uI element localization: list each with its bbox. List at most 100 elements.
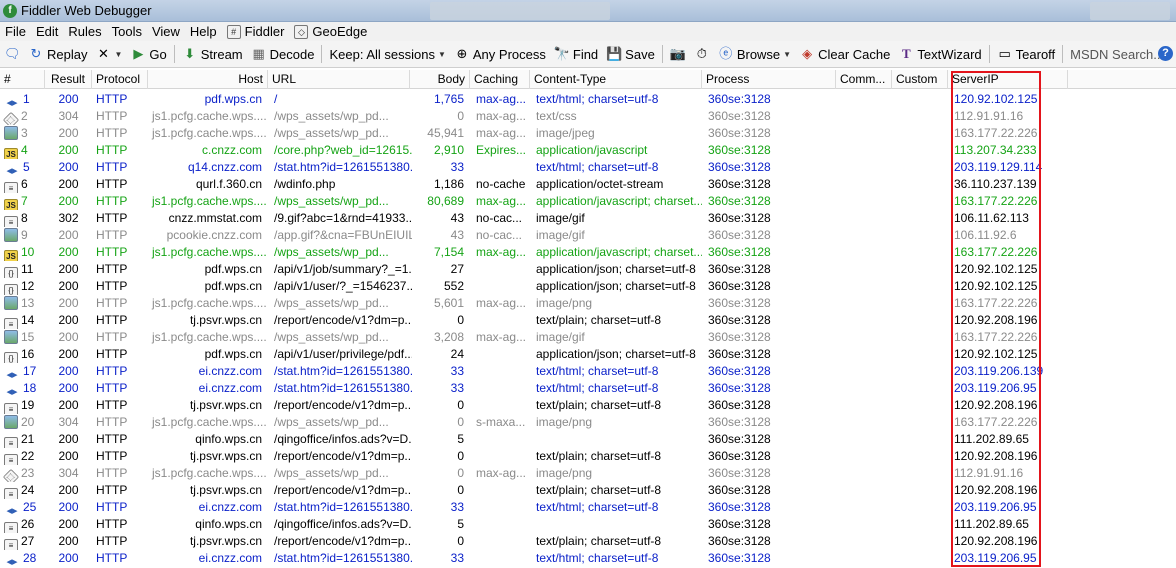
session-row[interactable]: ◂▸ 18 200 HTTP ei.cnzz.com/stat.htm?id=12615…: [0, 380, 1176, 397]
url-cell: /wps_assets/wp_pd...: [274, 194, 389, 208]
session-row[interactable]: JS 7 200 HTTP js1.pcfg.cache.wps.... /wps_ass…: [0, 193, 1176, 210]
session-row[interactable]: 15 200 HTTP js1.pcfg.cache.wps.... /wps_asse…: [0, 329, 1176, 346]
session-row[interactable]: ◂▸ 28 200 HTTP ei.cnzz.com/stat.htm?id=12615…: [0, 550, 1176, 567]
remove-button[interactable]: ✕ ▼: [91, 46, 126, 62]
content-type-cell: application/json; charset=utf-8: [536, 347, 696, 361]
content-type-cell: image/png: [536, 296, 593, 310]
session-row[interactable]: ◂▸ 5 200 HTTP q14.cnzz.com/stat.htm?id=12615…: [0, 159, 1176, 176]
session-row[interactable]: 3 200 HTTP js1.pcfg.cache.wps.... /wps_asset…: [0, 125, 1176, 142]
menu-tools[interactable]: Tools: [107, 24, 147, 39]
browse-button[interactable]: ⓔ Browse ▼: [714, 46, 795, 62]
column-header-process[interactable]: Process: [702, 70, 836, 89]
result-cell: 200: [58, 160, 79, 174]
session-row[interactable]: ≡ 19 200 HTTP tj.psvr.wps.cn/report/encode/v…: [0, 397, 1176, 414]
stream-button[interactable]: ⬇ Stream: [178, 46, 247, 62]
content-type-cell: application/octet-stream: [536, 177, 664, 191]
caching-cell: [472, 312, 530, 329]
body-cell: 33: [450, 364, 464, 378]
caching-cell: no-cac...: [476, 211, 523, 225]
host-cell: pcookie.cnzz.com: [166, 228, 262, 242]
session-row[interactable]: ⬚ 2 304 HTTP js1.pcfg.cache.wps.... /wps_asse…: [0, 108, 1176, 125]
help-icon[interactable]: ?: [1158, 46, 1173, 61]
menu-rules[interactable]: Rules: [63, 24, 106, 39]
arrows-session-icon: ◂▸: [6, 386, 18, 397]
host-cell: qurl.f.360.cn: [195, 177, 262, 191]
session-row[interactable]: {} 11 200 HTTP pdf.wps.cn/api/v1/job/summary…: [0, 261, 1176, 278]
any-process-button[interactable]: ⊕ Any Process: [450, 46, 550, 62]
protocol-cell: HTTP: [96, 194, 128, 208]
session-row[interactable]: ◂▸ 1 200 HTTP pdf.wps.cn / 1,765 max-ag... text/…: [0, 91, 1176, 108]
session-row[interactable]: 13 200 HTTP js1.pcfg.cache.wps.... /wps_asse…: [0, 295, 1176, 312]
column-header-protocol[interactable]: Protocol: [92, 70, 148, 89]
body-cell: 3,208: [433, 330, 464, 344]
body-cell: 0: [457, 398, 464, 412]
column-header-custom[interactable]: Custom: [892, 70, 948, 89]
number-cell: ≡ 22: [0, 448, 45, 465]
result-cell: 200: [58, 449, 79, 463]
menu-geoedge[interactable]: ◇ GeoEdge: [289, 24, 372, 39]
body-cell: 0: [457, 313, 464, 327]
url-cell: /report/encode/v1?dm=p...: [274, 449, 412, 463]
host-cell: js1.pcfg.cache.wps....: [152, 330, 266, 344]
menu-fiddler[interactable]: # Fiddler: [222, 24, 290, 39]
session-row[interactable]: ≡ 27 200 HTTP tj.psvr.wps.cn/report/encode/v…: [0, 533, 1176, 550]
session-row[interactable]: ≡ 14 200 HTTP tj.psvr.wps.cn/report/encode/v…: [0, 312, 1176, 329]
session-row[interactable]: ◂▸ 25 200 HTTP ei.cnzz.com/stat.htm?id=12615…: [0, 499, 1176, 516]
fiddler-logo-icon: f: [3, 4, 17, 18]
result-cell: 302: [58, 211, 79, 225]
session-row[interactable]: ≡ 6 200 HTTP qurl.f.360.cn/wdinfo.php 1,186 no…: [0, 176, 1176, 193]
menu-help[interactable]: Help: [185, 24, 222, 39]
session-row[interactable]: {} 16 200 HTTP pdf.wps.cn/api/v1/user/privil…: [0, 346, 1176, 363]
session-row[interactable]: JS 10 200 HTTP js1.pcfg.cache.wps.... /wps_as…: [0, 244, 1176, 261]
find-button[interactable]: 🔭 Find: [550, 46, 602, 62]
session-row[interactable]: {} 12 200 HTTP pdf.wps.cn/api/v1/user/?_=154…: [0, 278, 1176, 295]
url-cell: /stat.htm?id=1261551380...: [274, 364, 412, 378]
column-header-caching[interactable]: Caching: [470, 70, 530, 89]
url-cell: /wdinfo.php: [274, 177, 336, 191]
column-header-result[interactable]: Result: [45, 70, 92, 89]
arrows-session-icon: ◂▸: [6, 369, 18, 380]
doc-session-icon: ≡: [4, 539, 18, 550]
session-row[interactable]: ≡ 24 200 HTTP tj.psvr.wps.cn/report/encode/v…: [0, 482, 1176, 499]
column-header-serverip[interactable]: ServerIP: [948, 70, 1068, 89]
result-cell: 200: [58, 92, 79, 106]
session-number: 6: [21, 177, 28, 191]
replay-button[interactable]: ↻ Replay: [24, 46, 91, 62]
textwizard-button[interactable]: T TextWizard: [894, 46, 985, 62]
go-button[interactable]: ▶ Go: [126, 46, 170, 62]
session-row[interactable]: 20 304 HTTP js1.pcfg.cache.wps.... /wps_asse…: [0, 414, 1176, 431]
arrows-session-icon: ◂▸: [6, 97, 18, 108]
session-row[interactable]: 9 200 HTTP pcookie.cnzz.com/app.gif?&cna=FB…: [0, 227, 1176, 244]
timer-button[interactable]: ⏱: [690, 46, 714, 62]
process-cell: 360se:3128: [708, 483, 771, 497]
menu-file[interactable]: File: [0, 24, 31, 39]
session-row[interactable]: ≡ 26 200 HTTP qinfo.wps.cn/qingoffice/infos.…: [0, 516, 1176, 533]
keep-sessions-dropdown[interactable]: Keep: All sessions ▼: [325, 47, 449, 62]
column-header-comments[interactable]: Comm...: [836, 70, 892, 89]
body-cell: 5: [457, 517, 464, 531]
session-row[interactable]: ≡ 22 200 HTTP tj.psvr.wps.cn/report/encode/v…: [0, 448, 1176, 465]
decode-label: Decode: [269, 46, 315, 62]
menu-edit[interactable]: Edit: [31, 24, 63, 39]
session-row[interactable]: JS 4 200 HTTP c.cnzz.com/core.php?web_id=126…: [0, 142, 1176, 159]
session-row[interactable]: ◂▸ 17 200 HTTP ei.cnzz.com/stat.htm?id=12615…: [0, 363, 1176, 380]
session-row[interactable]: ≡ 8 302 HTTP cnzz.mmstat.com/9.gif?abc=1&rnd…: [0, 210, 1176, 227]
column-header-content-type[interactable]: Content-Type: [530, 70, 702, 89]
save-button[interactable]: 💾 Save: [602, 46, 659, 62]
menu-view[interactable]: View: [147, 24, 185, 39]
host-cell: tj.psvr.wps.cn: [189, 534, 262, 548]
column-header-url[interactable]: URL: [268, 70, 410, 89]
comment-button[interactable]: 🗨: [0, 46, 24, 62]
session-row[interactable]: ≡ 21 200 HTTP qinfo.wps.cn/qingoffice/infos.…: [0, 431, 1176, 448]
column-header-number[interactable]: #: [0, 70, 45, 89]
column-header-host[interactable]: Host: [148, 70, 268, 89]
column-header-body[interactable]: Body: [410, 70, 470, 89]
clear-cache-button[interactable]: ◈ Clear Cache: [795, 46, 894, 62]
msdn-search-input[interactable]: MSDN Search...: [1066, 47, 1168, 62]
decode-button[interactable]: ▦ Decode: [247, 46, 319, 62]
screenshot-button[interactable]: 📷: [666, 46, 690, 62]
number-cell: ≡ 26: [0, 516, 45, 533]
session-number: 9: [21, 228, 28, 242]
tearoff-button[interactable]: ▭ Tearoff: [993, 46, 1060, 62]
session-row[interactable]: ⬚ 23 304 HTTP js1.pcfg.cache.wps.... /wps_ass…: [0, 465, 1176, 482]
